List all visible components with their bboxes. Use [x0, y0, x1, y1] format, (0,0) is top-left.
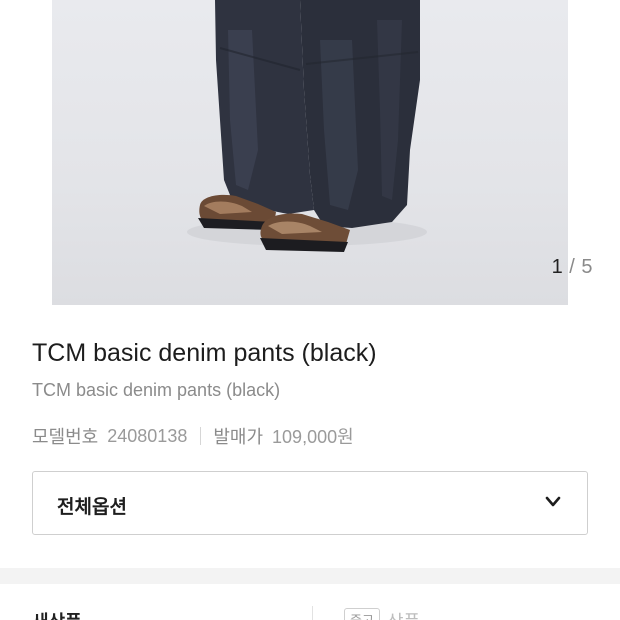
product-title: TCM basic denim pants (black) [32, 339, 377, 367]
product-image-gallery[interactable]: 1 / 5 [0, 0, 620, 305]
model-number-value: 24080138 [107, 425, 188, 446]
condition-tabs: 새상품 중고 상품 [0, 584, 620, 620]
section-divider [0, 568, 620, 584]
product-photo[interactable] [52, 0, 568, 305]
model-number-label: 모델번호 [32, 427, 99, 447]
tab-divider [312, 606, 313, 620]
product-subtitle: TCM basic denim pants (black) [32, 380, 281, 400]
chevron-down-icon [545, 496, 561, 507]
image-counter: 1 / 5 [552, 256, 593, 279]
all-options-label: 전체옵션 [57, 497, 127, 518]
release-price-value: 109,000원 [272, 427, 354, 447]
used-badge: 중고 [344, 608, 380, 620]
image-counter-total: 5 [581, 256, 593, 278]
tab-new-product[interactable]: 새상품 [32, 608, 82, 620]
denim-pants-photo [187, 0, 427, 252]
tab-used-product[interactable]: 상품 [387, 608, 420, 620]
image-counter-separator: / [569, 256, 576, 278]
release-price-label: 발매가 [213, 427, 264, 447]
meta-divider [200, 427, 202, 445]
image-counter-current: 1 [551, 256, 564, 278]
all-options-dropdown[interactable]: 전체옵션 [32, 471, 588, 535]
product-meta: 모델번호 24080138 발매가 109,000원 [32, 423, 354, 449]
